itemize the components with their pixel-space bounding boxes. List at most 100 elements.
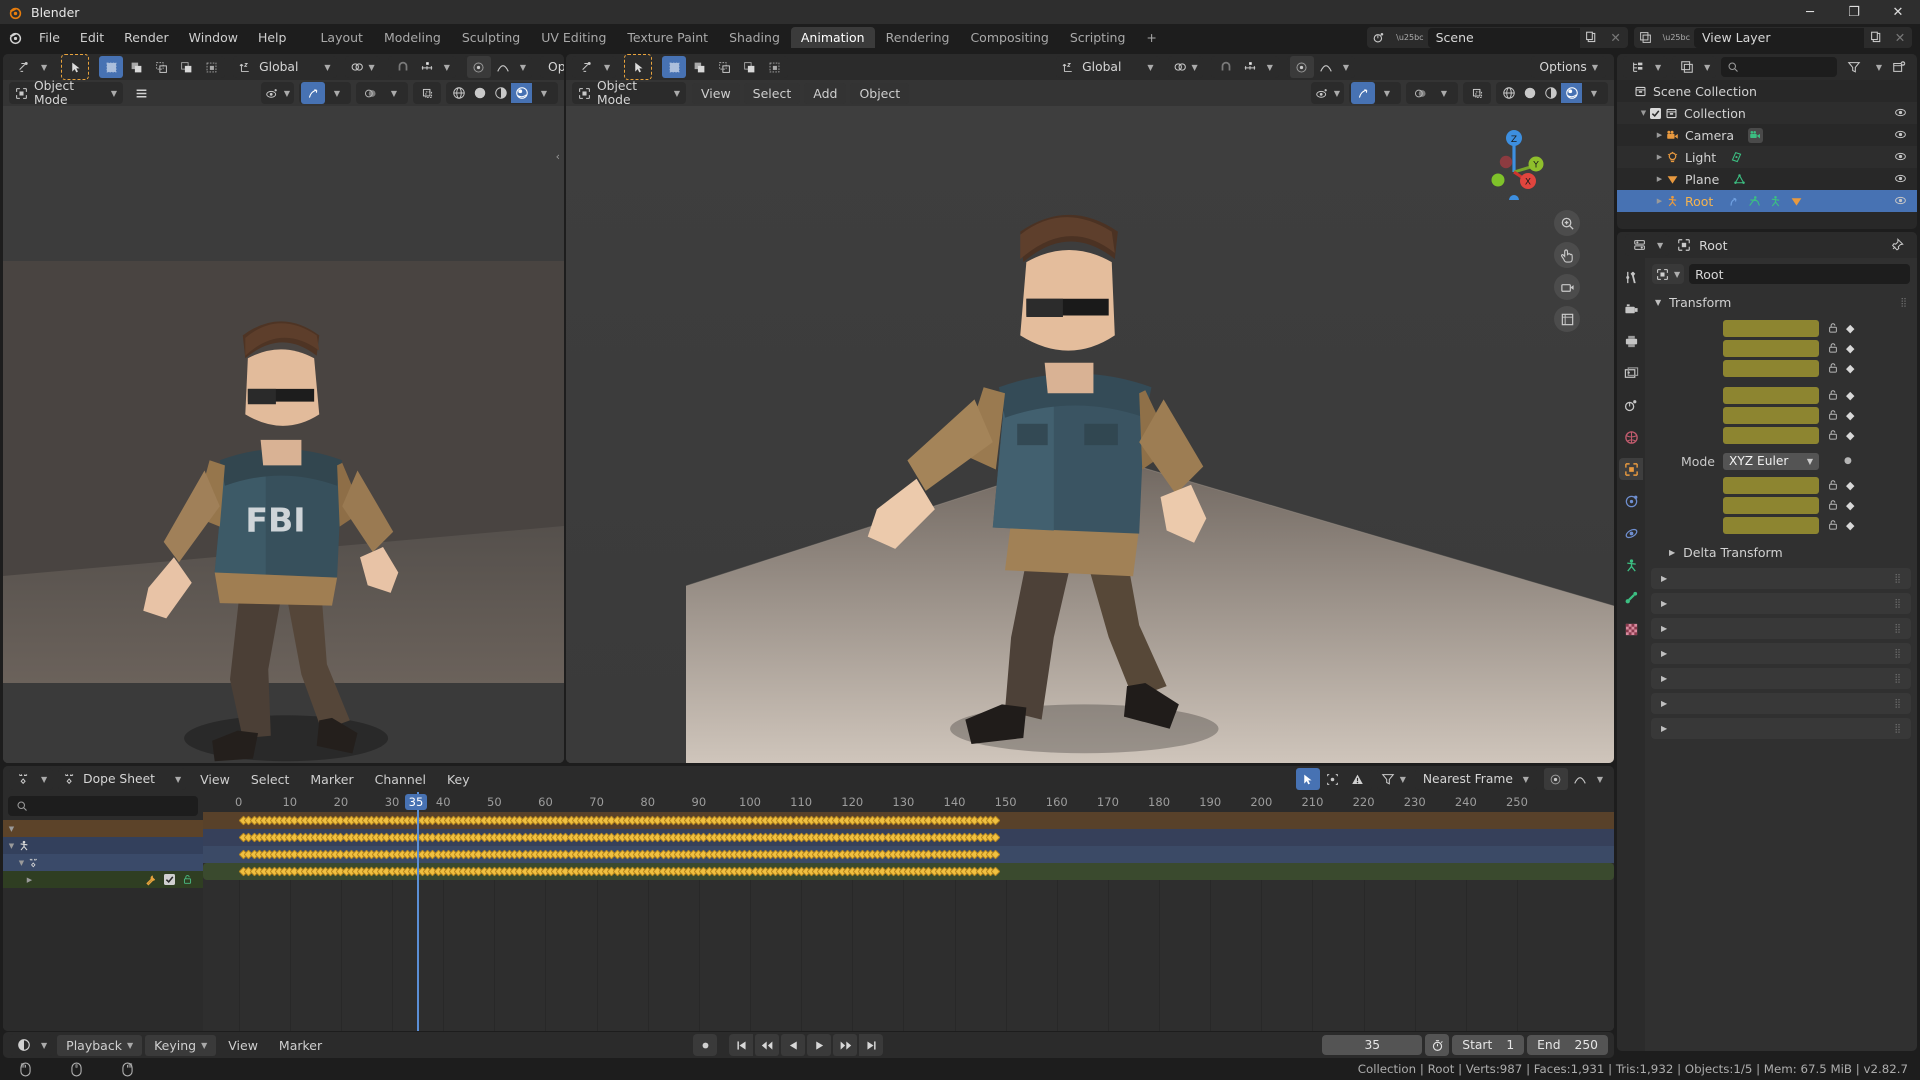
lock-icon[interactable] bbox=[1827, 342, 1839, 354]
drag-dots-icon[interactable]: ⣿ bbox=[1900, 298, 1908, 308]
chevron-down-icon[interactable]: ▼ bbox=[382, 82, 406, 104]
wireframe-shading-icon[interactable] bbox=[1498, 83, 1519, 103]
snap-group-left[interactable]: ▼ bbox=[387, 56, 456, 78]
tab-object-data[interactable] bbox=[1619, 586, 1643, 608]
channel-row-group[interactable]: ▶ bbox=[3, 871, 203, 888]
rotation-mode-dropdown[interactable]: XYZ Euler ▼ bbox=[1723, 452, 1819, 470]
channel-lock-icon[interactable] bbox=[182, 874, 193, 885]
outliner-editor[interactable]: ▼ ▼ ▼ Scene Collection ▼ Collection ▶ Camera… bbox=[1617, 54, 1917, 229]
delete-scene-icon[interactable]: ✕ bbox=[1604, 27, 1628, 49]
visibility-eye-icon[interactable] bbox=[1894, 172, 1907, 185]
overlay-icon[interactable] bbox=[1408, 82, 1432, 104]
channel-row-action[interactable]: ▼ bbox=[3, 854, 203, 871]
camera-view-button[interactable] bbox=[1554, 274, 1580, 300]
lock-icon[interactable] bbox=[1827, 479, 1839, 491]
insert-keyframe-icon[interactable]: ◆ bbox=[1846, 322, 1854, 335]
property-value-field[interactable] bbox=[1723, 319, 1819, 337]
viewport-menu-object[interactable]: Object bbox=[850, 82, 910, 104]
dopesheet-menu-key[interactable]: Key bbox=[438, 769, 479, 790]
viewport-options-right[interactable]: Options ▼ bbox=[1531, 56, 1606, 78]
channel-search-input[interactable] bbox=[8, 796, 198, 816]
viewport-options-left[interactable]: Options ▼ bbox=[540, 56, 564, 78]
proportional-icon[interactable] bbox=[1289, 56, 1314, 78]
rendered-shading-icon[interactable] bbox=[511, 83, 532, 103]
channel-expand-icon[interactable]: ▼ bbox=[17, 859, 26, 867]
dopesheet-menu-marker[interactable]: Marker bbox=[301, 769, 362, 790]
properties-section-viewport-display[interactable]: ▶ ⣿ bbox=[1651, 693, 1911, 714]
viewport-menu-hamburger-icon[interactable] bbox=[129, 82, 153, 104]
object-name-input[interactable]: Root bbox=[1689, 264, 1910, 284]
lock-icon[interactable] bbox=[1827, 429, 1839, 441]
channel-enable-checkbox[interactable] bbox=[164, 874, 175, 885]
wireframe-shading-icon[interactable] bbox=[448, 83, 469, 103]
insert-keyframe-icon[interactable]: ◆ bbox=[1846, 342, 1854, 355]
workspace-tab-modeling[interactable]: Modeling bbox=[374, 27, 451, 48]
jump-to-end-button[interactable] bbox=[859, 1034, 883, 1056]
outliner-editor-type[interactable]: ▼ bbox=[1623, 56, 1668, 78]
dopesheet-mode-selector[interactable]: Dope Sheet ▼ bbox=[58, 768, 187, 790]
zoom-view-button[interactable] bbox=[1554, 210, 1580, 236]
channel-expand-icon[interactable]: ▶ bbox=[25, 876, 34, 884]
magnet-icon[interactable] bbox=[391, 56, 415, 78]
select-subtract-icon[interactable] bbox=[149, 56, 173, 78]
new-scene-icon[interactable] bbox=[1580, 27, 1604, 49]
view-layer-selector[interactable]: \u25bc View Layer ✕ bbox=[1633, 27, 1912, 49]
insert-keyframe-icon[interactable]: ◆ bbox=[1846, 362, 1854, 375]
modifier-wrench-icon[interactable] bbox=[145, 874, 157, 886]
select-box-icon[interactable] bbox=[99, 56, 124, 78]
close-button[interactable]: ✕ bbox=[1876, 0, 1920, 24]
timeline-menu-marker[interactable]: Marker bbox=[270, 1035, 331, 1056]
outliner-row-collection[interactable]: ▼ Collection bbox=[1617, 102, 1917, 124]
xray-toggle-left[interactable] bbox=[413, 82, 441, 104]
magnet-icon[interactable] bbox=[1214, 56, 1238, 78]
pivot-point-left[interactable]: ▼ bbox=[344, 56, 380, 78]
solid-shading-icon[interactable] bbox=[1519, 83, 1540, 103]
dopesheet-editor-type[interactable]: ▼ bbox=[9, 768, 54, 790]
delete-view-layer-icon[interactable]: ✕ bbox=[1888, 27, 1912, 49]
pivot-point-right[interactable]: ▼ bbox=[1167, 56, 1203, 78]
snap-group-right[interactable]: ▼ bbox=[1210, 56, 1279, 78]
property-value-field[interactable] bbox=[1723, 359, 1819, 377]
use-preview-range-icon[interactable] bbox=[1425, 1034, 1450, 1056]
workspace-tab-sculpting[interactable]: Sculpting bbox=[452, 27, 530, 48]
properties-editor-type[interactable]: ▼ bbox=[1625, 234, 1670, 256]
tab-physics[interactable] bbox=[1619, 522, 1643, 544]
root-data-icons[interactable] bbox=[1727, 195, 1803, 208]
pin-icon[interactable] bbox=[1885, 234, 1909, 256]
tab-object-constraint[interactable] bbox=[1619, 554, 1643, 576]
only-selected-icon[interactable] bbox=[1295, 768, 1320, 790]
visibility-selector-left[interactable]: ▼ bbox=[260, 82, 294, 104]
tab-scene[interactable] bbox=[1619, 394, 1643, 416]
insert-keyframe-icon[interactable]: ◆ bbox=[1846, 499, 1854, 512]
properties-section-collections[interactable]: ▶ ⣿ bbox=[1651, 593, 1911, 614]
lock-icon[interactable] bbox=[1827, 409, 1839, 421]
timeline-menu-playback[interactable]: Playback ▼ bbox=[57, 1034, 143, 1056]
tab-output[interactable] bbox=[1619, 330, 1643, 352]
mode-selector-right[interactable]: Object Mode ▼ bbox=[572, 79, 686, 107]
editor-type-selector-left[interactable]: ▼ bbox=[9, 56, 54, 78]
playback-controls[interactable] bbox=[693, 1034, 883, 1056]
keyframe-row-summary[interactable] bbox=[203, 812, 1614, 829]
drag-dots-icon[interactable]: ⣿ bbox=[1894, 699, 1902, 709]
outliner-row-camera[interactable]: ▶ Camera bbox=[1617, 124, 1917, 146]
workspace-tab-animation[interactable]: Animation bbox=[790, 27, 875, 48]
toggle-ortho-button[interactable] bbox=[1554, 306, 1580, 332]
xray-icon[interactable] bbox=[415, 82, 439, 104]
channel-expand-icon[interactable]: ▼ bbox=[7, 825, 16, 833]
playhead-line[interactable] bbox=[416, 792, 419, 1031]
tab-object[interactable] bbox=[1619, 458, 1643, 480]
select-extend-icon[interactable] bbox=[687, 56, 711, 78]
workspace-tab-texture-paint[interactable]: Texture Paint bbox=[617, 27, 718, 48]
visibility-selector-right[interactable]: ▼ bbox=[1310, 82, 1344, 104]
falloff-curve-icon[interactable] bbox=[1314, 56, 1338, 78]
gizmo-icon[interactable] bbox=[301, 82, 325, 104]
shading-modes-right[interactable]: ▼ bbox=[1496, 82, 1608, 104]
mode-selector-left[interactable]: Object Mode ▼ bbox=[9, 79, 123, 107]
overlay-icon[interactable] bbox=[358, 82, 382, 104]
tab-render[interactable] bbox=[1619, 298, 1643, 320]
workspace-tab-scripting[interactable]: Scripting bbox=[1060, 27, 1136, 48]
workspace-tab-compositing[interactable]: Compositing bbox=[960, 27, 1058, 48]
drag-dots-icon[interactable]: ⣿ bbox=[1894, 674, 1902, 684]
proportional-edit-left[interactable]: ▼ bbox=[463, 56, 533, 78]
playhead-frame-label[interactable]: 35 bbox=[404, 794, 428, 810]
